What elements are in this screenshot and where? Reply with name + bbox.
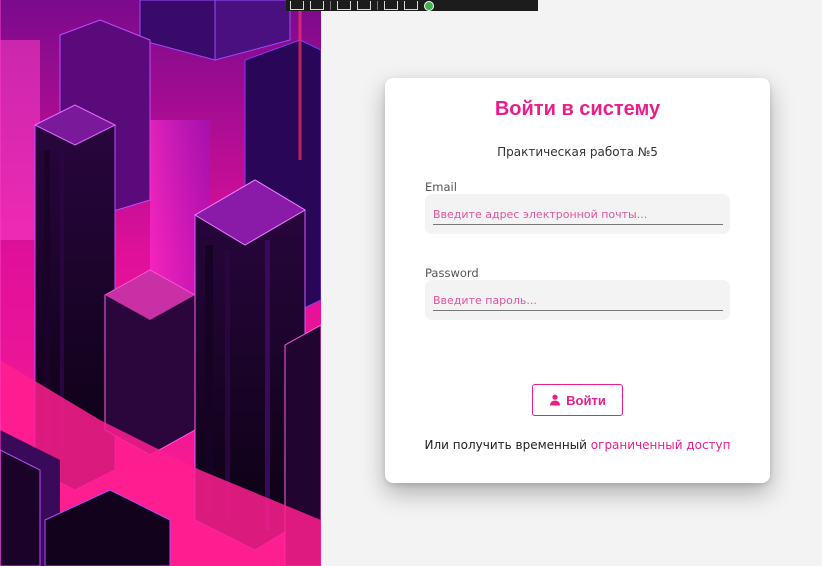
display-layout-icon[interactable] (310, 1, 324, 10)
toggle-adorners-icon[interactable] (384, 1, 398, 10)
debug-toolbar (286, 0, 538, 11)
neon-city-illustration (0, 0, 321, 566)
binding-failures-icon[interactable] (404, 1, 418, 10)
email-field[interactable] (433, 204, 723, 225)
track-focus-icon[interactable] (337, 1, 351, 10)
guest-access-link[interactable]: ограниченный доступ (591, 438, 731, 452)
login-card: Войти в систему Практическая работа №5 E… (385, 78, 770, 483)
email-field-container (425, 194, 730, 234)
guest-access-text: Или получить временный ограниченный дост… (385, 438, 770, 452)
toolbar-separator (377, 1, 378, 10)
neon-city-art (0, 0, 321, 566)
password-label: Password (425, 266, 479, 280)
login-button[interactable]: Войти (532, 384, 623, 416)
user-icon (550, 394, 561, 406)
guest-access-prefix: Или получить временный (424, 438, 591, 452)
app-window: Войти в систему Практическая работа №5 E… (0, 0, 822, 566)
page-title: Войти в систему (494, 98, 661, 120)
select-element-icon[interactable] (290, 1, 304, 10)
hot-reload-ok-icon[interactable] (424, 0, 434, 11)
subtitle: Практическая работа №5 (497, 145, 658, 159)
email-label: Email (425, 180, 457, 194)
password-field-container (425, 280, 730, 320)
pointer-icon[interactable] (357, 1, 371, 10)
toolbar-separator (330, 1, 331, 10)
password-field[interactable] (433, 290, 723, 311)
login-button-label: Войти (566, 392, 606, 408)
